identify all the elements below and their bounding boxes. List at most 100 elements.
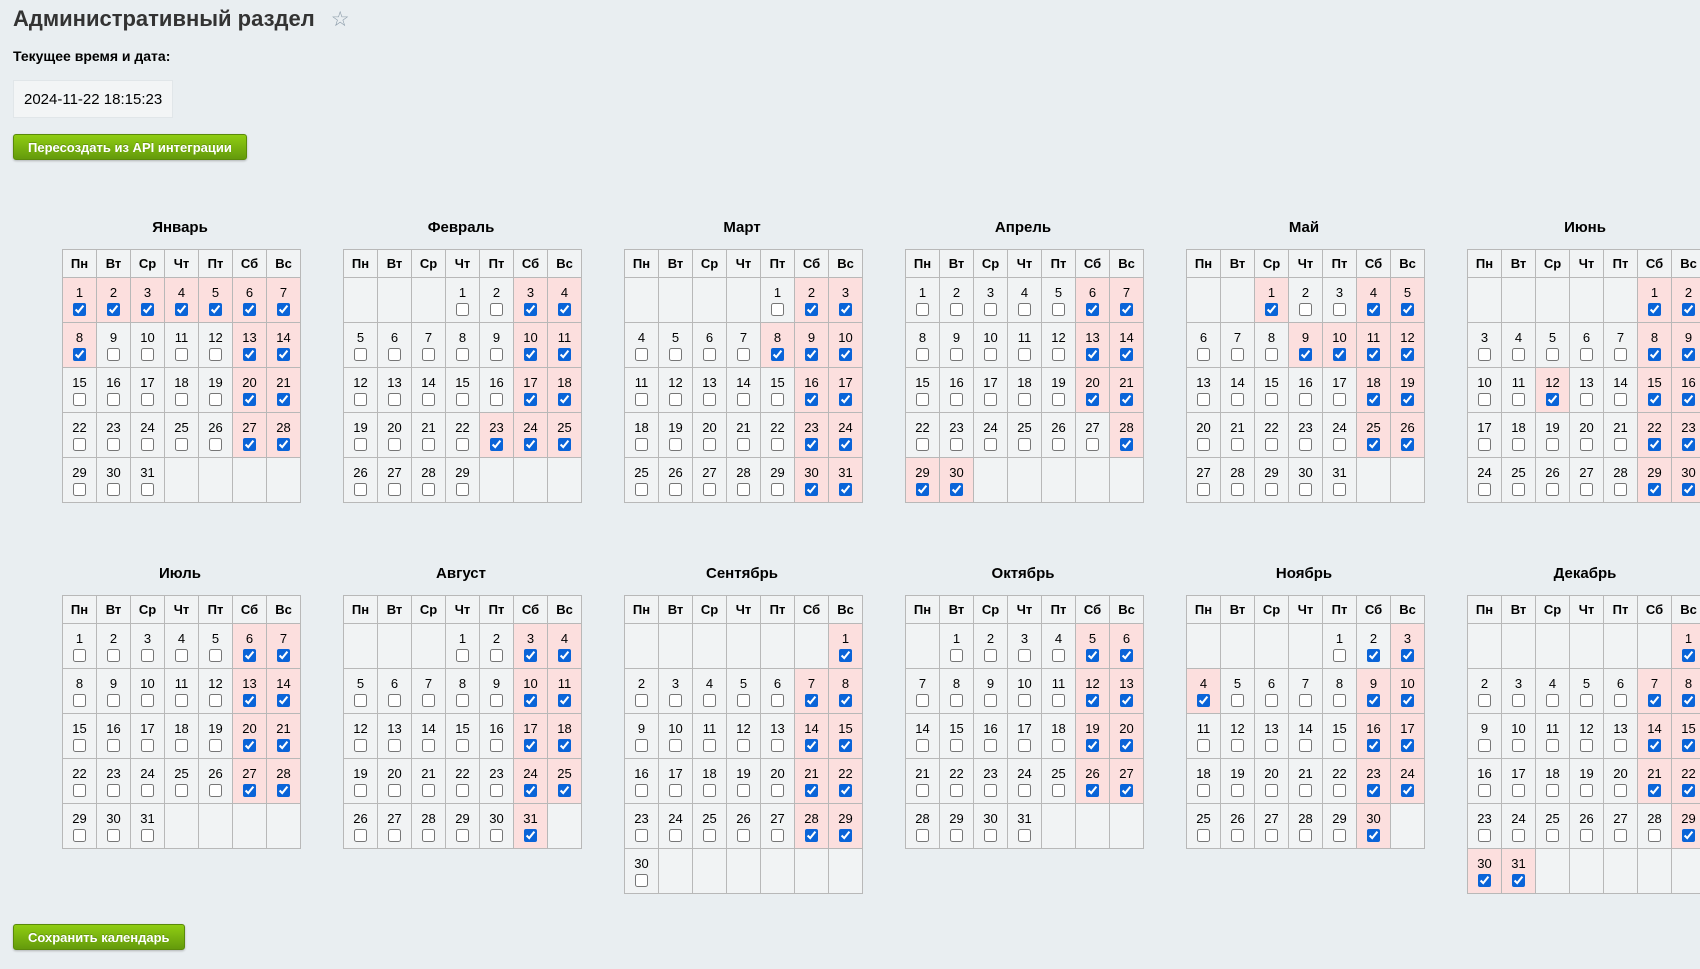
holiday-checkbox[interactable] [141,438,154,451]
holiday-checkbox[interactable] [107,784,120,797]
holiday-checkbox[interactable] [635,694,648,707]
holiday-checkbox[interactable] [141,784,154,797]
holiday-checkbox[interactable] [805,303,818,316]
holiday-checkbox[interactable] [669,784,682,797]
holiday-checkbox[interactable] [839,784,852,797]
holiday-checkbox[interactable] [1648,303,1661,316]
holiday-checkbox[interactable] [1614,694,1627,707]
holiday-checkbox[interactable] [1086,784,1099,797]
holiday-checkbox[interactable] [209,694,222,707]
holiday-checkbox[interactable] [490,694,503,707]
holiday-checkbox[interactable] [243,393,256,406]
holiday-checkbox[interactable] [558,438,571,451]
holiday-checkbox[interactable] [209,393,222,406]
holiday-checkbox[interactable] [1367,393,1380,406]
holiday-checkbox[interactable] [703,483,716,496]
holiday-checkbox[interactable] [490,438,503,451]
holiday-checkbox[interactable] [175,438,188,451]
holiday-checkbox[interactable] [635,874,648,887]
holiday-checkbox[interactable] [1265,483,1278,496]
holiday-checkbox[interactable] [771,694,784,707]
holiday-checkbox[interactable] [1231,393,1244,406]
holiday-checkbox[interactable] [1333,438,1346,451]
holiday-checkbox[interactable] [490,393,503,406]
holiday-checkbox[interactable] [805,348,818,361]
holiday-checkbox[interactable] [73,483,86,496]
holiday-checkbox[interactable] [558,694,571,707]
holiday-checkbox[interactable] [635,483,648,496]
holiday-checkbox[interactable] [73,649,86,662]
holiday-checkbox[interactable] [1333,784,1346,797]
holiday-checkbox[interactable] [1018,393,1031,406]
holiday-checkbox[interactable] [703,438,716,451]
holiday-checkbox[interactable] [388,829,401,842]
holiday-checkbox[interactable] [558,739,571,752]
holiday-checkbox[interactable] [1018,303,1031,316]
holiday-checkbox[interactable] [771,303,784,316]
recreate-from-api-button[interactable]: Пересоздать из API интеграции [13,134,247,160]
holiday-checkbox[interactable] [1682,694,1695,707]
holiday-checkbox[interactable] [141,483,154,496]
holiday-checkbox[interactable] [984,438,997,451]
holiday-checkbox[interactable] [839,694,852,707]
holiday-checkbox[interactable] [805,483,818,496]
holiday-checkbox[interactable] [1299,438,1312,451]
holiday-checkbox[interactable] [703,739,716,752]
holiday-checkbox[interactable] [916,393,929,406]
holiday-checkbox[interactable] [916,694,929,707]
holiday-checkbox[interactable] [277,303,290,316]
holiday-checkbox[interactable] [805,739,818,752]
holiday-checkbox[interactable] [805,438,818,451]
holiday-checkbox[interactable] [950,438,963,451]
holiday-checkbox[interactable] [703,393,716,406]
holiday-checkbox[interactable] [107,649,120,662]
holiday-checkbox[interactable] [1512,694,1525,707]
holiday-checkbox[interactable] [1333,649,1346,662]
holiday-checkbox[interactable] [73,829,86,842]
holiday-checkbox[interactable] [1299,303,1312,316]
holiday-checkbox[interactable] [354,438,367,451]
holiday-checkbox[interactable] [1231,438,1244,451]
holiday-checkbox[interactable] [1614,483,1627,496]
holiday-checkbox[interactable] [1333,483,1346,496]
holiday-checkbox[interactable] [1546,393,1559,406]
holiday-checkbox[interactable] [1052,303,1065,316]
holiday-checkbox[interactable] [1299,483,1312,496]
holiday-checkbox[interactable] [73,393,86,406]
holiday-checkbox[interactable] [1299,829,1312,842]
holiday-checkbox[interactable] [243,739,256,752]
holiday-checkbox[interactable] [1478,874,1491,887]
holiday-checkbox[interactable] [1333,393,1346,406]
holiday-checkbox[interactable] [388,348,401,361]
holiday-checkbox[interactable] [1367,739,1380,752]
holiday-checkbox[interactable] [771,393,784,406]
holiday-checkbox[interactable] [107,739,120,752]
holiday-checkbox[interactable] [1367,438,1380,451]
holiday-checkbox[interactable] [669,348,682,361]
save-calendar-button[interactable]: Сохранить календарь [13,924,185,950]
holiday-checkbox[interactable] [558,393,571,406]
holiday-checkbox[interactable] [771,739,784,752]
holiday-checkbox[interactable] [107,393,120,406]
holiday-checkbox[interactable] [1086,438,1099,451]
holiday-checkbox[interactable] [388,438,401,451]
holiday-checkbox[interactable] [635,829,648,842]
holiday-checkbox[interactable] [1478,694,1491,707]
holiday-checkbox[interactable] [1120,739,1133,752]
holiday-checkbox[interactable] [1401,303,1414,316]
holiday-checkbox[interactable] [558,784,571,797]
holiday-checkbox[interactable] [277,348,290,361]
holiday-checkbox[interactable] [669,393,682,406]
holiday-checkbox[interactable] [1512,438,1525,451]
holiday-checkbox[interactable] [422,694,435,707]
holiday-checkbox[interactable] [635,348,648,361]
holiday-checkbox[interactable] [737,694,750,707]
holiday-checkbox[interactable] [1120,438,1133,451]
holiday-checkbox[interactable] [1648,694,1661,707]
holiday-checkbox[interactable] [175,303,188,316]
holiday-checkbox[interactable] [524,348,537,361]
holiday-checkbox[interactable] [1682,739,1695,752]
holiday-checkbox[interactable] [839,649,852,662]
holiday-checkbox[interactable] [524,649,537,662]
holiday-checkbox[interactable] [950,649,963,662]
